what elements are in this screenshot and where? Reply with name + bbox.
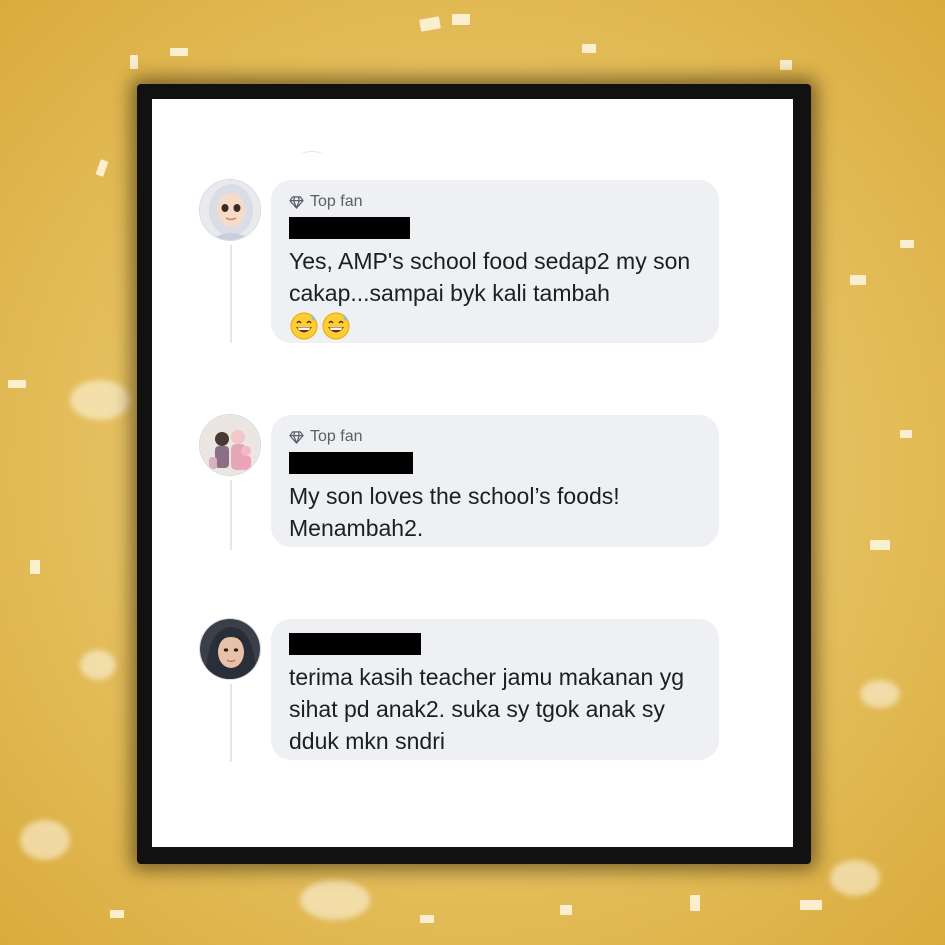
diamond-icon <box>289 195 304 209</box>
comment-text: Yes, AMP's school food sedap2 my son cak… <box>289 248 691 306</box>
comment-bubble[interactable]: terima kasih teacher jamu makanan yg sih… <box>271 619 719 760</box>
comments-screen: Top fan Yes, AMP's school food sedap2 my… <box>152 99 793 847</box>
comment-text: terima kasih teacher jamu makanan yg sih… <box>289 664 685 754</box>
comment-bubble[interactable]: Top fan My son loves the school’s foods!… <box>271 415 719 547</box>
top-fan-badge: Top fan <box>289 192 703 212</box>
badge-label: Top fan <box>310 193 363 210</box>
reply-thread-line <box>230 480 232 550</box>
redacted-author-name <box>289 217 410 239</box>
top-fan-badge: Top fan <box>289 427 703 447</box>
redacted-author-name <box>289 452 413 474</box>
previous-comment-edge <box>300 151 324 160</box>
avatar[interactable] <box>199 414 261 476</box>
redacted-author-name <box>289 633 421 655</box>
diamond-icon <box>289 430 304 444</box>
reply-thread-line <box>230 245 232 343</box>
grinning-sweat-emoji <box>290 312 318 340</box>
avatar[interactable] <box>199 618 261 680</box>
avatar[interactable] <box>199 179 261 241</box>
grinning-sweat-emoji <box>322 312 350 340</box>
comment-text: My son loves the school’s foods! Menamba… <box>289 483 620 541</box>
comment-bubble[interactable]: Top fan Yes, AMP's school food sedap2 my… <box>271 180 719 343</box>
reply-thread-line <box>230 684 232 762</box>
badge-label: Top fan <box>310 428 363 445</box>
